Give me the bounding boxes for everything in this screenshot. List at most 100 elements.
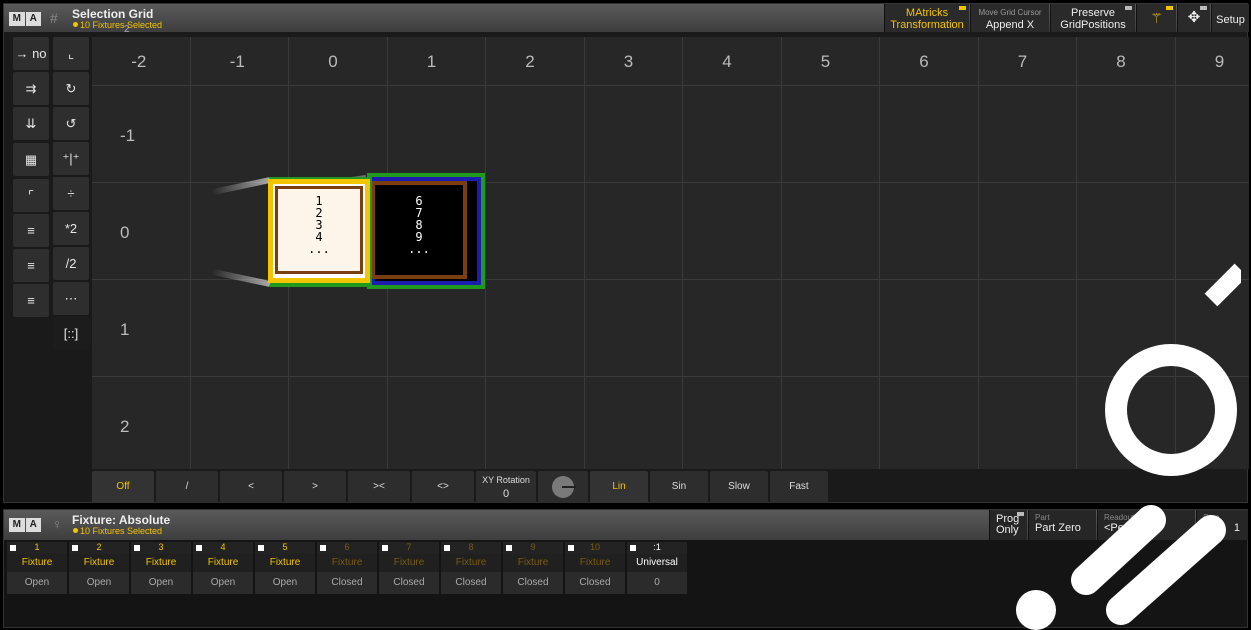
grid-cell[interactable]: [880, 86, 979, 183]
rotation-knob[interactable]: [538, 471, 588, 503]
fixture-column[interactable]: 2 Fixture Open: [69, 542, 129, 594]
grid-cell[interactable]: [978, 37, 1077, 86]
grid-cell[interactable]: [388, 377, 486, 469]
brackets-icon[interactable]: [::]: [53, 317, 89, 350]
grid-cell[interactable]: [387, 37, 486, 86]
grid-cell[interactable]: [880, 37, 979, 86]
grid-cell[interactable]: [1175, 280, 1249, 377]
grid-cell[interactable]: [880, 377, 979, 469]
align-down-icon[interactable]: ⇊: [13, 107, 49, 140]
window-titlebar[interactable]: M A ♀ Fixture: Absolute 10 Fixtures Sele…: [4, 510, 1248, 540]
slow-button[interactable]: Slow: [710, 471, 768, 503]
grid-cell[interactable]: [584, 37, 683, 86]
grid-cell[interactable]: [683, 37, 782, 86]
fixture-column[interactable]: 8 Fixture Closed: [441, 542, 501, 594]
grid-cell[interactable]: [978, 183, 1077, 280]
lines-icon[interactable]: ≡: [13, 249, 49, 282]
xy-rotation-field[interactable]: XY Rotation 0: [476, 471, 536, 503]
fixture-column[interactable]: 3 Fixture Open: [131, 542, 191, 594]
readout-selector[interactable]: Readout <Percent>: [1097, 510, 1195, 540]
grid-cell[interactable]: [584, 183, 683, 280]
grid-cell[interactable]: [92, 280, 191, 377]
grid-cell[interactable]: [1176, 377, 1250, 469]
less-than-button[interactable]: <: [220, 471, 282, 503]
fast-button[interactable]: Fast: [770, 471, 828, 503]
grid-cell[interactable]: [92, 377, 191, 469]
dots-icon[interactable]: ⋯: [53, 282, 89, 315]
grid-cell[interactable]: [289, 37, 388, 86]
grid-cell[interactable]: [387, 86, 486, 183]
step-selector[interactable]: Step 1: [1196, 510, 1248, 540]
fixture-sort-icon[interactable]: ⚚: [1136, 4, 1176, 32]
selection-grid[interactable]: 6 7 8 9 ... 1 2 3 4 ... -2 -1 0 1 2 3 4 5 6 7 8 9 -1…: [92, 37, 1249, 469]
divide-icon[interactable]: ÷: [53, 177, 89, 210]
setup-button[interactable]: Setup: [1211, 4, 1249, 32]
align-right-icon[interactable]: ⇉: [13, 72, 49, 105]
rotate-ccw-icon[interactable]: ↺: [53, 107, 89, 140]
grid-cell[interactable]: [289, 377, 388, 469]
grid-icon[interactable]: ▦: [13, 143, 49, 176]
no-arrow-icon[interactable]: → no: [13, 37, 49, 70]
corner-l-icon[interactable]: ⌞: [53, 37, 89, 70]
grid-cell[interactable]: [92, 86, 191, 183]
grid-cell[interactable]: [683, 377, 782, 469]
converge-button[interactable]: ><: [348, 471, 410, 503]
grid-cell[interactable]: [978, 280, 1077, 377]
grid-cell[interactable]: [781, 183, 880, 280]
grid-cell[interactable]: [1077, 280, 1176, 377]
sin-button[interactable]: Sin: [650, 471, 708, 503]
prog-only-button[interactable]: Prog Only: [989, 510, 1027, 540]
matricks-transformation-button[interactable]: MAtricks Transformation: [884, 4, 969, 32]
grid-cell[interactable]: [1077, 377, 1176, 469]
grid-cell[interactable]: [486, 37, 585, 86]
multiply-2-icon[interactable]: *2: [53, 212, 89, 245]
grid-cell[interactable]: [683, 280, 782, 377]
grid-cell[interactable]: [781, 86, 880, 183]
fixture-column[interactable]: 10 Fixture Closed: [565, 542, 625, 594]
lines-icon[interactable]: ≡: [13, 214, 49, 247]
window-titlebar[interactable]: M A # Selection Grid 2 10 Fixtures Selec…: [4, 4, 1249, 35]
grid-cell[interactable]: [486, 280, 585, 377]
grid-cell[interactable]: [585, 377, 683, 469]
rotate-cw-icon[interactable]: ↻: [53, 72, 89, 105]
grid-cell[interactable]: [1077, 183, 1176, 280]
fixture-block-b[interactable]: 6 7 8 9 ...: [371, 181, 467, 279]
grid-cell[interactable]: [683, 86, 782, 183]
grid-cell[interactable]: [1077, 86, 1176, 183]
fixture-column[interactable]: 6 Fixture Closed: [317, 542, 377, 594]
grid-cell[interactable]: [979, 377, 1077, 469]
fixture-column[interactable]: 7 Fixture Closed: [379, 542, 439, 594]
slash-button[interactable]: /: [156, 471, 218, 503]
grid-cell[interactable]: [880, 183, 979, 280]
ma-logo[interactable]: M A: [9, 12, 41, 26]
part-selector[interactable]: Part Part Zero: [1028, 510, 1096, 540]
grid-cell[interactable]: [978, 86, 1077, 183]
grid-cell[interactable]: [781, 37, 880, 86]
fixture-column[interactable]: 9 Fixture Closed: [503, 542, 563, 594]
grid-cell[interactable]: [880, 280, 979, 377]
grid-cell[interactable]: [190, 280, 289, 377]
diverge-button[interactable]: <>: [412, 471, 474, 503]
fixture-column[interactable]: 4 Fixture Open: [193, 542, 253, 594]
grid-cell[interactable]: [1175, 183, 1249, 280]
divide-2-icon[interactable]: /2: [53, 247, 89, 280]
ma-logo[interactable]: M A: [9, 518, 41, 532]
grid-cell[interactable]: [1175, 86, 1249, 183]
grid-cell[interactable]: [486, 86, 585, 183]
grid-cell[interactable]: [486, 377, 585, 469]
split-icon[interactable]: ⁺|⁺: [53, 142, 89, 175]
grid-cell[interactable]: [584, 280, 683, 377]
fixture-column[interactable]: 1 Fixture Open: [7, 542, 67, 594]
grid-cell[interactable]: [781, 280, 880, 377]
grid-cell[interactable]: [289, 280, 388, 377]
grid-cell[interactable]: [92, 183, 191, 280]
grid-cell[interactable]: [289, 86, 388, 183]
grid-cell[interactable]: [1175, 37, 1249, 86]
fixture-block-a[interactable]: 1 2 3 4 ...: [268, 179, 370, 283]
grid-cell[interactable]: [190, 86, 289, 183]
fixture-column[interactable]: :1 Universal 0: [627, 542, 687, 594]
greater-than-button[interactable]: >: [284, 471, 346, 503]
lin-button[interactable]: Lin: [590, 471, 648, 503]
grid-cell[interactable]: [387, 280, 486, 377]
grid-cell[interactable]: [1077, 37, 1176, 86]
